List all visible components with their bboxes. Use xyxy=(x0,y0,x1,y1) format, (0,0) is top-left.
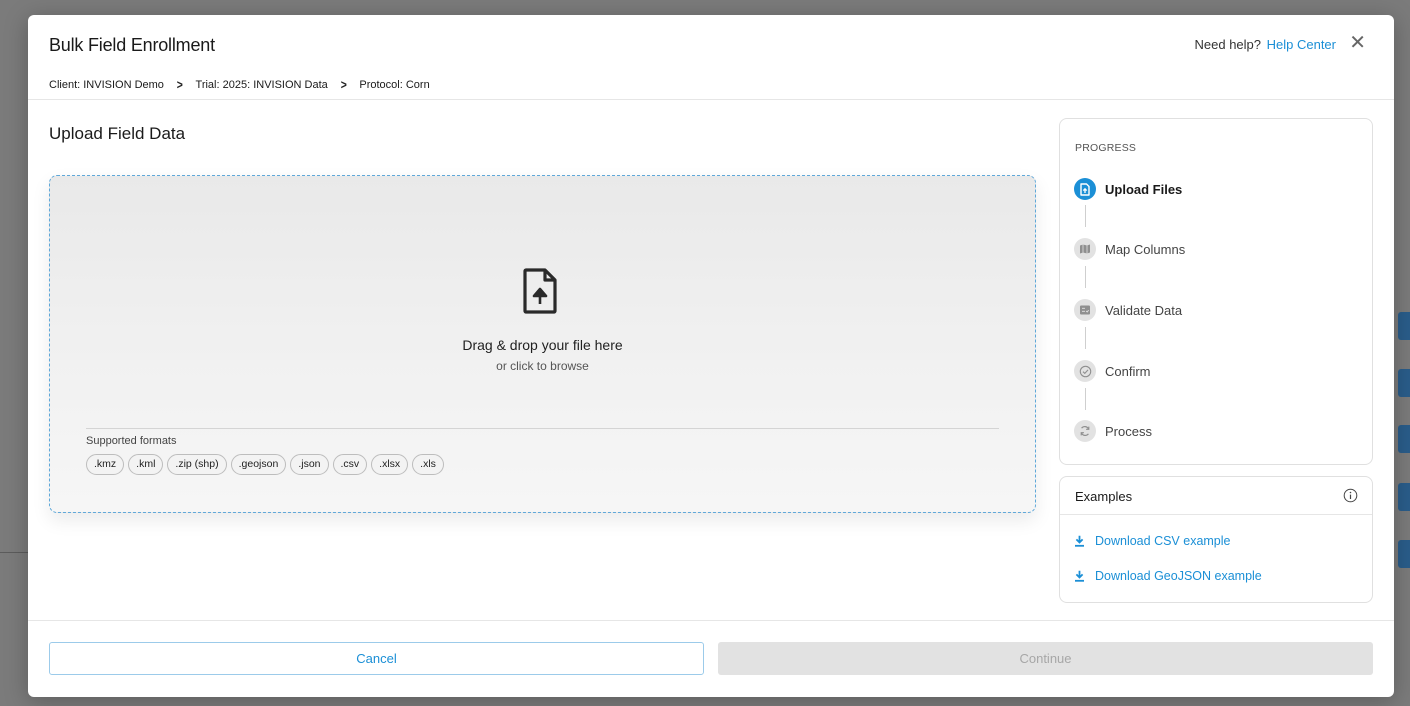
step-label: Map Columns xyxy=(1105,241,1186,257)
step-map-columns: Map Columns xyxy=(1074,238,1185,260)
background-tab xyxy=(1398,425,1410,453)
step-label: Process xyxy=(1105,423,1152,439)
info-icon[interactable] xyxy=(1343,488,1358,503)
download-icon xyxy=(1075,535,1084,547)
step-label: Upload Files xyxy=(1105,181,1183,197)
format-chip: .kml xyxy=(128,454,164,475)
chevron-right-icon: > xyxy=(176,77,183,92)
examples-title: Examples xyxy=(1075,489,1133,504)
help-text: Need help? Help Center xyxy=(1195,37,1337,52)
modal-header: Bulk Field Enrollment Client: INVISION D… xyxy=(28,15,1394,100)
background-tab xyxy=(1398,312,1410,340)
close-icon[interactable]: ✕ xyxy=(1349,33,1366,53)
download-link-label: Download GeoJSON example xyxy=(1095,569,1262,583)
format-chips: .kmz .kml .zip (shp) .geojson .json .csv… xyxy=(86,454,444,475)
background-tab xyxy=(1398,369,1410,397)
modal-footer: Cancel Continue xyxy=(28,620,1394,697)
breadcrumb-client[interactable]: Client: INVISION Demo xyxy=(49,79,164,91)
chevron-right-icon: > xyxy=(340,77,347,92)
drop-subtitle: or click to browse xyxy=(496,359,589,373)
examples-header: Examples xyxy=(1060,477,1372,515)
background-divider xyxy=(0,552,28,553)
background-tab xyxy=(1398,483,1410,511)
sync-icon xyxy=(1074,420,1096,442)
breadcrumb-trial[interactable]: Trial: 2025: INVISION Data xyxy=(196,79,328,91)
step-confirm: Confirm xyxy=(1074,360,1151,382)
download-icon xyxy=(1075,570,1084,582)
map-icon xyxy=(1074,238,1096,260)
format-chip: .kmz xyxy=(86,454,125,475)
background-tab xyxy=(1398,540,1410,568)
drop-title: Drag & drop your file here xyxy=(462,337,623,353)
step-connector xyxy=(1085,327,1086,349)
step-validate-data: Validate Data xyxy=(1074,299,1182,321)
breadcrumb-protocol[interactable]: Protocol: Corn xyxy=(359,79,429,91)
step-upload-files: Upload Files xyxy=(1074,178,1182,200)
file-dropzone[interactable]: Drag & drop your file here or click to b… xyxy=(49,175,1036,513)
cancel-button[interactable]: Cancel xyxy=(49,642,704,675)
progress-label: PROGRESS xyxy=(1075,142,1137,154)
checklist-icon xyxy=(1074,299,1096,321)
step-connector xyxy=(1085,388,1086,410)
help-prefix: Need help? xyxy=(1194,37,1262,52)
upload-file-icon xyxy=(1074,178,1096,200)
help-center-link[interactable]: Help Center xyxy=(1267,37,1336,52)
download-geojson-example-link[interactable]: Download GeoJSON example xyxy=(1074,569,1262,583)
step-process: Process xyxy=(1074,420,1152,442)
step-connector xyxy=(1085,266,1086,288)
format-chip: .zip (shp) xyxy=(167,454,227,475)
formats-divider xyxy=(86,428,999,429)
step-connector xyxy=(1085,205,1086,227)
check-circle-icon xyxy=(1074,360,1096,382)
format-chip: .xls xyxy=(412,454,444,475)
section-title: Upload Field Data xyxy=(49,124,186,143)
modal-title: Bulk Field Enrollment xyxy=(49,35,215,55)
format-chip: .xlsx xyxy=(371,454,409,475)
bulk-field-enrollment-modal: Bulk Field Enrollment Client: INVISION D… xyxy=(28,15,1394,697)
download-link-label: Download CSV example xyxy=(1095,534,1231,548)
format-chip: .geojson xyxy=(230,454,287,475)
format-chip: .json xyxy=(290,454,329,475)
file-upload-icon xyxy=(523,268,557,314)
step-label: Validate Data xyxy=(1105,302,1183,318)
download-csv-example-link[interactable]: Download CSV example xyxy=(1074,534,1231,548)
supported-formats-label: Supported formats xyxy=(86,435,177,447)
examples-panel: Examples Download CSV example Download G… xyxy=(1059,476,1373,603)
step-label: Confirm xyxy=(1105,363,1151,379)
progress-panel: PROGRESS Upload Files Map Columns Valida… xyxy=(1059,118,1373,465)
breadcrumb: Client: INVISION Demo > Trial: 2025: INV… xyxy=(49,77,430,92)
continue-button[interactable]: Continue xyxy=(718,642,1373,675)
format-chip: .csv xyxy=(332,454,368,475)
